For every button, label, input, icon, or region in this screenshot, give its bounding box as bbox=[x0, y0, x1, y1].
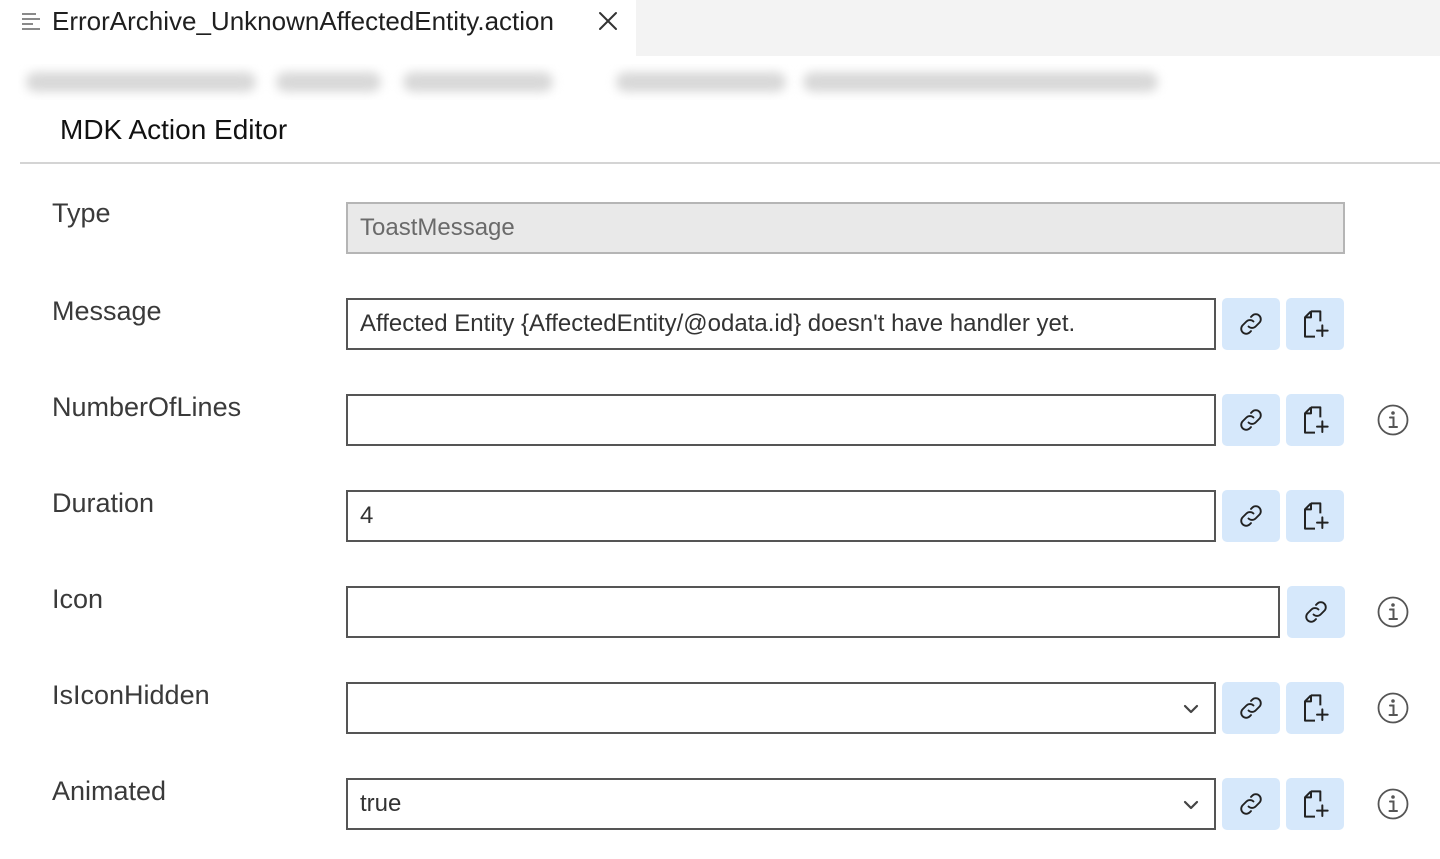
info-icon[interactable] bbox=[1377, 404, 1409, 436]
tab-bar: ErrorArchive_UnknownAffectedEntity.actio… bbox=[0, 0, 1440, 56]
editor-title: MDK Action Editor bbox=[60, 114, 288, 145]
message-input[interactable]: Affected Entity {AffectedEntity/@odata.i… bbox=[346, 298, 1216, 350]
row-is-icon-hidden: IsIconHidden bbox=[0, 680, 1440, 734]
message-bind-button[interactable] bbox=[1222, 298, 1280, 350]
duration-create-button[interactable] bbox=[1286, 490, 1344, 542]
link-icon bbox=[1240, 313, 1262, 335]
animated-select[interactable]: true bbox=[346, 778, 1216, 830]
row-message: Message Affected Entity {AffectedEntity/… bbox=[0, 296, 1440, 350]
number-of-lines-bind-button[interactable] bbox=[1222, 394, 1280, 446]
link-icon bbox=[1240, 409, 1262, 431]
info-icon[interactable] bbox=[1377, 788, 1409, 820]
duration-label: Duration bbox=[52, 488, 155, 518]
number-of-lines-create-button[interactable] bbox=[1286, 394, 1344, 446]
editor-tab[interactable]: ErrorArchive_UnknownAffectedEntity.actio… bbox=[0, 0, 636, 56]
message-label: Message bbox=[52, 296, 162, 326]
is-icon-hidden-bind-button[interactable] bbox=[1222, 682, 1280, 734]
link-icon bbox=[1240, 505, 1262, 527]
icon-label: Icon bbox=[52, 584, 104, 614]
breadcrumb bbox=[18, 64, 1168, 100]
tab-title: ErrorArchive_UnknownAffectedEntity.actio… bbox=[52, 6, 554, 36]
icon-input[interactable] bbox=[346, 586, 1280, 638]
new-file-icon bbox=[1304, 790, 1329, 818]
animated-create-button[interactable] bbox=[1286, 778, 1344, 830]
close-icon[interactable] bbox=[596, 9, 620, 33]
animated-bind-button[interactable] bbox=[1222, 778, 1280, 830]
number-of-lines-label: NumberOfLines bbox=[52, 392, 242, 422]
link-icon bbox=[1240, 697, 1262, 719]
new-file-icon bbox=[1304, 502, 1329, 530]
info-icon[interactable] bbox=[1377, 692, 1409, 724]
message-create-button[interactable] bbox=[1286, 298, 1344, 350]
is-icon-hidden-create-button[interactable] bbox=[1286, 682, 1344, 734]
icon-bind-button[interactable] bbox=[1287, 586, 1345, 638]
new-file-icon bbox=[1304, 694, 1329, 722]
chevron-down-icon bbox=[1183, 800, 1199, 810]
number-of-lines-input[interactable] bbox=[346, 394, 1216, 446]
link-icon bbox=[1240, 793, 1262, 815]
animated-value: true bbox=[360, 790, 402, 817]
row-number-of-lines: NumberOfLines bbox=[0, 392, 1440, 446]
new-file-icon bbox=[1304, 406, 1329, 434]
header-divider bbox=[20, 162, 1440, 164]
animated-label: Animated bbox=[52, 776, 167, 806]
file-lines-icon bbox=[22, 13, 40, 30]
info-icon[interactable] bbox=[1377, 596, 1409, 628]
link-icon bbox=[1305, 601, 1327, 623]
is-icon-hidden-select[interactable] bbox=[346, 682, 1216, 734]
row-type: Type ToastMessage bbox=[0, 198, 1440, 254]
is-icon-hidden-label: IsIconHidden bbox=[52, 680, 210, 710]
row-duration: Duration 4 bbox=[0, 488, 1440, 542]
type-label: Type bbox=[52, 198, 111, 228]
row-icon: Icon bbox=[0, 584, 1440, 638]
duration-input[interactable]: 4 bbox=[346, 490, 1216, 542]
new-file-icon bbox=[1304, 310, 1329, 338]
row-animated: Animated true bbox=[0, 776, 1440, 830]
chevron-down-icon bbox=[1183, 704, 1199, 714]
type-field: ToastMessage bbox=[346, 202, 1345, 254]
duration-bind-button[interactable] bbox=[1222, 490, 1280, 542]
